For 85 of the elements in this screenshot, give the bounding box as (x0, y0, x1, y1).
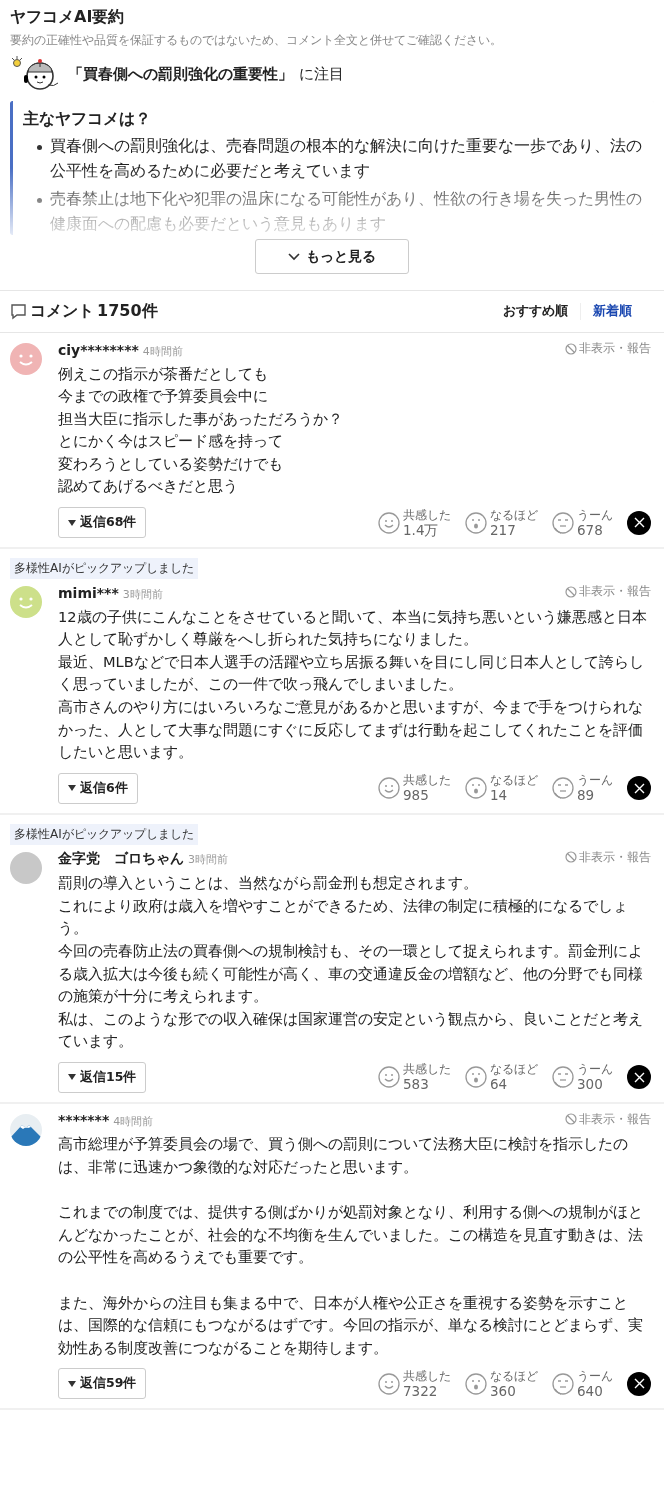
comment-text: 今回の売春防止法の買春側への規制検討も、その一環として捉えられます。罰金刑による歳入拡大は今後も続く可能性が高く、車の交通違反金の増額など、他の分野でも同様の施策が十分に考えられます。 (58, 941, 644, 1007)
post-time: 4時間前 (142, 343, 183, 359)
comment-text: 例えこの指示が茶番だとしても (58, 363, 269, 384)
bullet-icon (37, 145, 42, 150)
reaction-button[interactable]: なるほど 14 (465, 773, 538, 804)
comment-text: 認めてあげるべきだと思う (58, 476, 239, 497)
sort-tab[interactable]: 新着順 (580, 303, 644, 320)
reaction-button[interactable]: なるほど 64 (465, 1062, 538, 1093)
focus-label: に注目 (299, 64, 344, 84)
prohibited-icon (565, 585, 577, 598)
reaction-button[interactable]: うーん 300 (552, 1062, 613, 1093)
chevron-down-icon (288, 252, 300, 261)
comment-text: 変わろうとしている姿勢だけでも (58, 453, 284, 474)
focus-topic: 「買春側への罰則強化の重要性」 (68, 64, 293, 84)
caret-down-icon (68, 519, 76, 526)
comment-text: 私は、このような形での収入確保は国家運営の安定という観点から、良いことだと考えています。 (58, 1008, 644, 1052)
pickup-label: 多様性AIがピックアップしました (10, 558, 198, 580)
post-time: 3時間前 (188, 852, 228, 868)
pickup-label: 多様性AIがピックアップしました (10, 823, 198, 845)
disclaimer-text: 要約の正確性や品質を保証するものではないため、コメント全文と併せてご確認ください。 (10, 32, 502, 49)
smiling-face-icon (378, 511, 400, 534)
comment-text: とにかく今はスピード感を持って (58, 431, 284, 452)
surprised-face-icon (465, 777, 487, 800)
comments-title: コメント (30, 301, 94, 322)
summary-title: ヤフコメAI要約 (10, 6, 125, 28)
replies-button[interactable]: 返信6件 (58, 772, 138, 804)
comment-text: 12歳の子供にこんなことをさせていると聞いて、本当に気持ち悪いという嫌悪感と日本人として恥ずかしく尊厳をへし折られた気持ちになりました。 (58, 606, 647, 650)
comment-text: これにより政府は歳入を増やすことができるため、法律の制定に積極的になるでしょう。 (58, 895, 629, 939)
smiling-face-icon (378, 1066, 400, 1089)
caret-down-icon (68, 1074, 76, 1081)
speech-bubble-icon (10, 303, 27, 320)
hide-report-button[interactable]: 非表示・報告 (565, 1111, 651, 1127)
reaction-button[interactable]: 共感した 583 (378, 1062, 451, 1093)
hide-report-button[interactable]: 非表示・報告 (565, 584, 651, 600)
comment-text: 罰則の導入ということは、当然ながら罰金刑も想定されます。 (58, 873, 479, 894)
sort-tab[interactable]: おすすめ順 (491, 303, 580, 320)
username[interactable]: ciy******** (58, 341, 139, 358)
post-time: 3時間前 (122, 586, 163, 602)
caret-down-icon (68, 1380, 76, 1387)
username[interactable]: ******* (58, 1112, 110, 1129)
x-share-button[interactable] (627, 776, 651, 801)
hide-report-button[interactable]: 非表示・報告 (565, 849, 651, 865)
surprised-face-icon (465, 511, 487, 534)
comment-text: これまでの制度では、提供する側ばかりが処罰対象となり、利用する側への規制がほとんどなかったことが、社会的な不均衡を生んでいました。この構造を見直す動きは、法の公平性を高めるうえでも重要です。 (58, 1202, 644, 1268)
replies-button[interactable]: 返信15件 (58, 1061, 147, 1093)
summary-card-title: 主なヤフコメは？ (23, 109, 151, 130)
bullet-icon (37, 198, 42, 203)
username[interactable]: 金字党 ゴロちゃん (58, 850, 184, 869)
x-logo-icon (633, 517, 645, 529)
reaction-button[interactable]: うーん 89 (552, 773, 613, 804)
replies-button[interactable]: 返信59件 (58, 1368, 147, 1400)
prohibited-icon (565, 1113, 577, 1126)
comment-text: 高市さんのやり方にはいろいろなご意見があるかと思いますが、今まで手をつけられなかった、人として大事な問題にすぐに反応してまずは行動を起こしてくれたことを評価したいと思います。 (58, 696, 644, 763)
x-logo-icon (633, 1071, 645, 1083)
comment-text: 最近、MLBなどで日本人選手の活躍や立ち居振る舞いを目にし同じ日本人として誇らしく思っていましたが、この一件で吹っ飛んでしまいました。 (58, 651, 645, 695)
comment-count: 1750件 (97, 301, 158, 322)
x-logo-icon (633, 1378, 645, 1390)
hide-report-button[interactable]: 非表示・報告 (565, 341, 651, 356)
surprised-face-icon (465, 1372, 487, 1395)
x-share-button[interactable] (627, 1371, 651, 1396)
x-logo-icon (633, 782, 645, 794)
show-more-button[interactable]: もっと見る (255, 239, 409, 274)
x-share-button[interactable] (627, 510, 651, 535)
comment-text: 担当大臣に指示した事があっただろうか？ (58, 408, 344, 429)
comment-text: また、海外からの注目も集まる中で、日本が人権や公正さを重視する姿勢を示すことは、国際的な信頼にもつながるはずです。今回の指示が、単なる検討にとどまらず、実効性ある制度改善につながることを期待します。 (58, 1292, 644, 1358)
surprised-face-icon (465, 1066, 487, 1089)
reaction-button[interactable]: なるほど 217 (465, 507, 538, 538)
smiling-face-icon (378, 1372, 400, 1395)
comment-text: 高市総理が予算委員会の場で、買う側への罰則について法務大臣に検討を指示したのは、非常に迅速かつ象徴的な対応だったと思います。 (58, 1134, 629, 1178)
caret-down-icon (68, 785, 76, 792)
smiling-face-icon (378, 777, 400, 800)
post-time: 4時間前 (113, 1114, 154, 1130)
prohibited-icon (565, 851, 577, 864)
reaction-button[interactable]: うーん 678 (552, 507, 613, 538)
summary-point: 買春側への罰則強化は、売春問題の根本的な解決に向けた重要な一歩であり、法の公平性を高めるために必要だと考えています (50, 136, 643, 182)
replies-button[interactable]: 返信68件 (58, 507, 147, 539)
reaction-button[interactable]: うーん 640 (552, 1368, 613, 1399)
reaction-button[interactable]: 共感した 985 (378, 773, 451, 804)
reaction-button[interactable]: なるほど 360 (465, 1368, 538, 1399)
x-share-button[interactable] (627, 1065, 651, 1090)
comment-text: 今までの政権で予算委員会中に (58, 386, 269, 407)
reaction-button[interactable]: 共感した 1.4万 (378, 507, 451, 538)
reaction-button[interactable]: 共感した 7322 (378, 1368, 451, 1399)
prohibited-icon (565, 342, 577, 355)
username[interactable]: mimi*** (58, 584, 119, 601)
